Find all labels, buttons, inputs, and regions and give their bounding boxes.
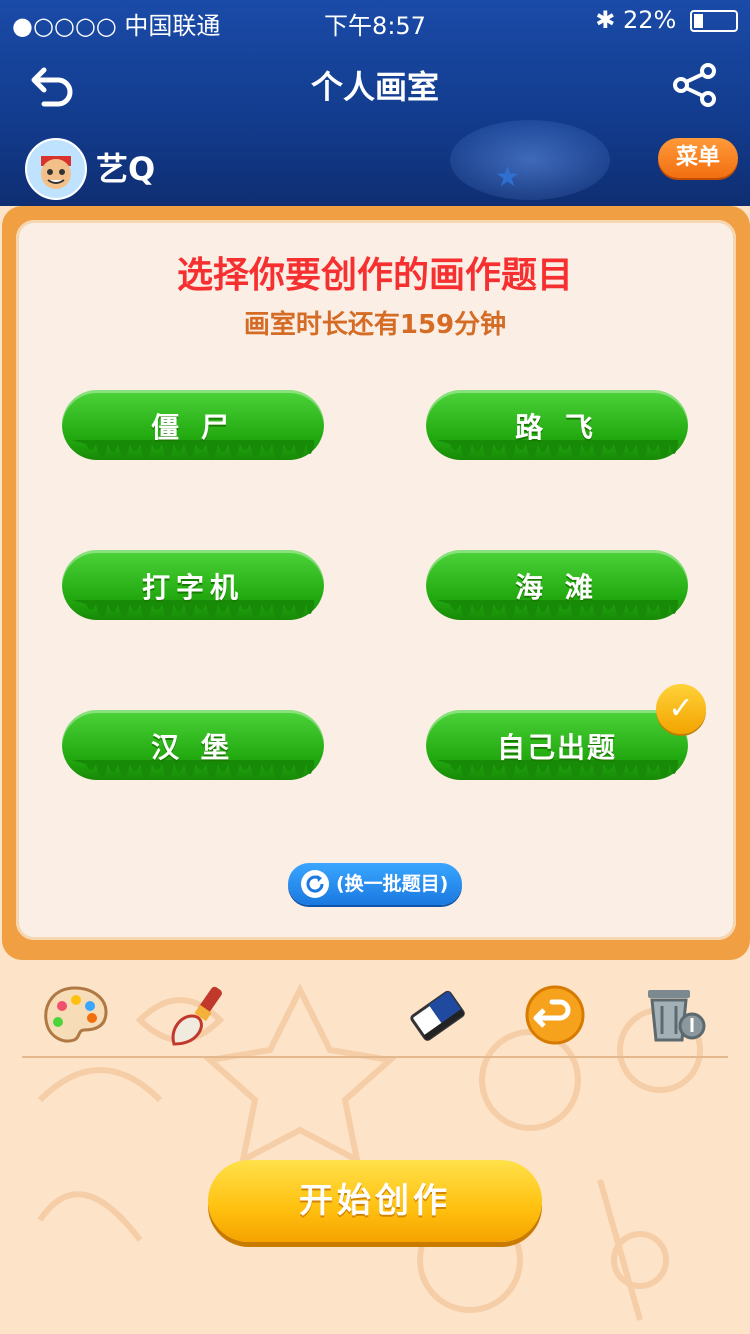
topic-button[interactable]: 路 飞 — [426, 390, 688, 480]
topic-label: 自己出题 — [496, 731, 617, 764]
battery-indicator: ✱ 22% — [595, 6, 738, 34]
eraser-icon[interactable] — [402, 980, 472, 1050]
star-decoration-icon: ★ — [495, 160, 521, 193]
page-title: 个人画室 — [310, 68, 439, 106]
refresh-icon — [301, 870, 329, 898]
avatar[interactable] — [25, 138, 87, 200]
brush-icon[interactable] — [164, 980, 234, 1050]
tool-bar — [0, 980, 750, 1050]
header-glow — [450, 120, 610, 200]
slime-drip-icon — [436, 440, 678, 459]
slime-drip-icon — [72, 600, 314, 619]
battery-icon — [690, 10, 738, 32]
topic-label: 路 飞 — [515, 411, 599, 444]
status-bar: ●○○○○ 中国联通 下午8:57 ✱ 22% — [0, 0, 750, 40]
battery-text: 22% — [623, 6, 677, 34]
slime-drip-icon — [72, 760, 314, 779]
undo-icon[interactable] — [520, 980, 590, 1050]
topic-label: 打字机 — [141, 571, 244, 604]
board-title: 选择你要创作的画作题目 — [176, 255, 573, 296]
share-icon[interactable] — [672, 62, 718, 108]
username: 艺Q — [96, 150, 156, 188]
time-remaining-text: 画室时长还有159分钟 — [243, 310, 507, 340]
topic-button[interactable]: 打字机 — [62, 550, 324, 640]
topic-button[interactable]: 僵 尸 — [62, 390, 324, 480]
start-creating-button[interactable]: 开始创作 — [208, 1160, 542, 1242]
topic-label: 僵 尸 — [151, 411, 235, 444]
refresh-label: (换一批题目) — [336, 873, 449, 895]
slime-drip-icon — [72, 440, 314, 459]
topic-button[interactable]: 海 滩 — [426, 550, 688, 640]
topic-button[interactable]: 汉 堡 — [62, 710, 324, 800]
topic-button-selected[interactable]: 自己出题 — [426, 710, 688, 800]
slime-drip-icon — [436, 600, 678, 619]
palette-icon[interactable] — [40, 980, 110, 1050]
bluetooth-icon: ✱ — [595, 6, 616, 34]
topic-label: 海 滩 — [515, 571, 599, 604]
slime-drip-icon — [436, 760, 678, 779]
topic-label: 汉 堡 — [151, 731, 235, 764]
selected-check-icon: ✓ — [656, 684, 706, 734]
tool-divider — [22, 1056, 728, 1058]
menu-button[interactable]: 菜单 — [658, 138, 738, 178]
avatar-face-icon — [27, 140, 85, 198]
refresh-topics-button[interactable]: (换一批题目) — [288, 863, 462, 905]
trash-icon[interactable] — [640, 980, 710, 1050]
